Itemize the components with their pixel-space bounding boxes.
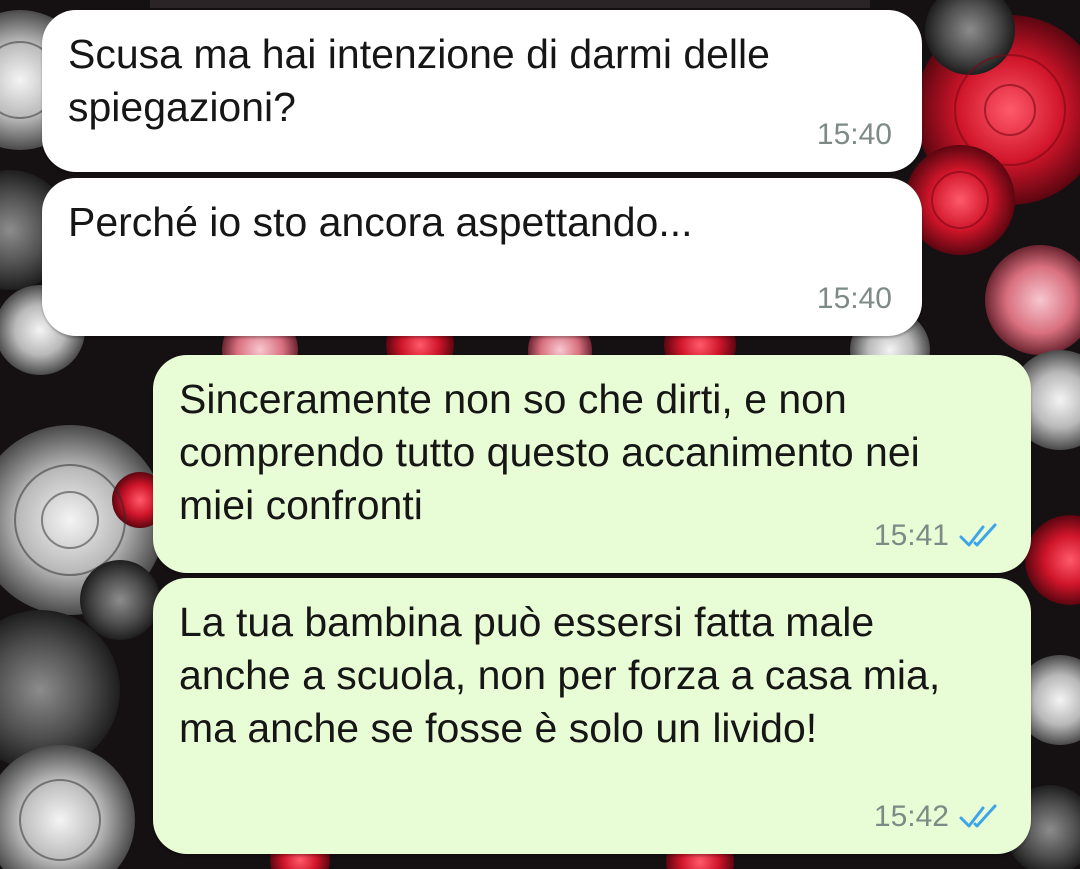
message-meta: 15:41 — [874, 521, 1001, 551]
message-text: La tua bambina può essersi fatta male an… — [179, 599, 941, 751]
message-bubble-incoming[interactable]: Perché io sto ancora aspettando... 15:40 — [42, 178, 922, 336]
message-text: Perché io sto ancora aspettando... — [68, 199, 693, 245]
message-text: Scusa ma hai intenzione di darmi delle s… — [68, 31, 770, 130]
double-check-icon — [959, 804, 997, 828]
message-time: 15:42 — [873, 800, 949, 833]
message-bubble-incoming[interactable]: Scusa ma hai intenzione di darmi delle s… — [42, 10, 922, 172]
message-bubble-outgoing[interactable]: Sinceramente non so che dirti, e non com… — [153, 355, 1031, 573]
previous-bubble-edge — [150, 0, 870, 8]
message-meta: 15:40 — [817, 120, 892, 150]
message-meta: 15:40 — [817, 284, 892, 314]
message-bubble-outgoing[interactable]: La tua bambina può essersi fatta male an… — [153, 578, 1031, 854]
double-check-icon — [959, 523, 997, 547]
message-time: 15:40 — [816, 118, 892, 151]
message-text: Sinceramente non so che dirti, e non com… — [179, 376, 920, 528]
message-meta: 15:42 — [874, 802, 1001, 832]
message-time: 15:41 — [873, 519, 949, 552]
message-time: 15:40 — [816, 282, 892, 315]
